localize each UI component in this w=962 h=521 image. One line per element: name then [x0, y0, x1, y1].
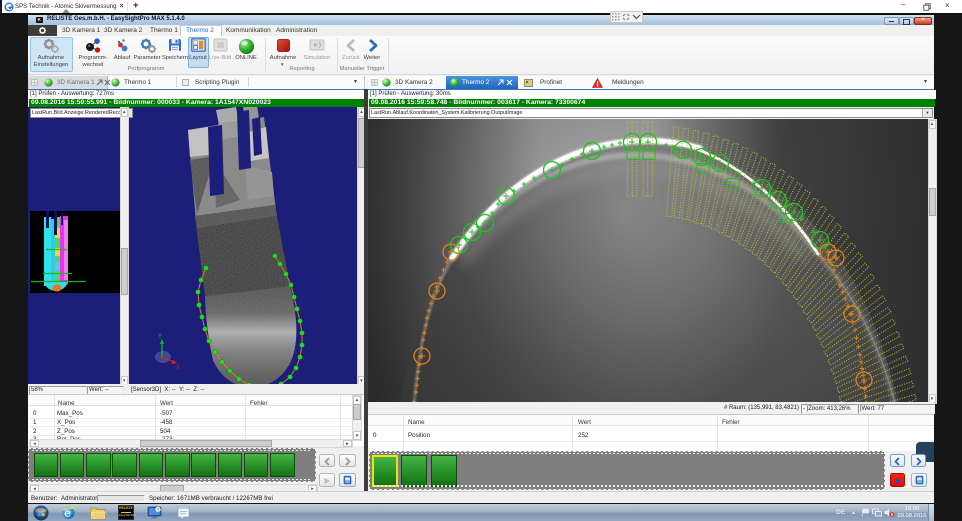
svg-text:Y: Y — [158, 334, 162, 340]
svg-text:X: X — [176, 365, 180, 371]
